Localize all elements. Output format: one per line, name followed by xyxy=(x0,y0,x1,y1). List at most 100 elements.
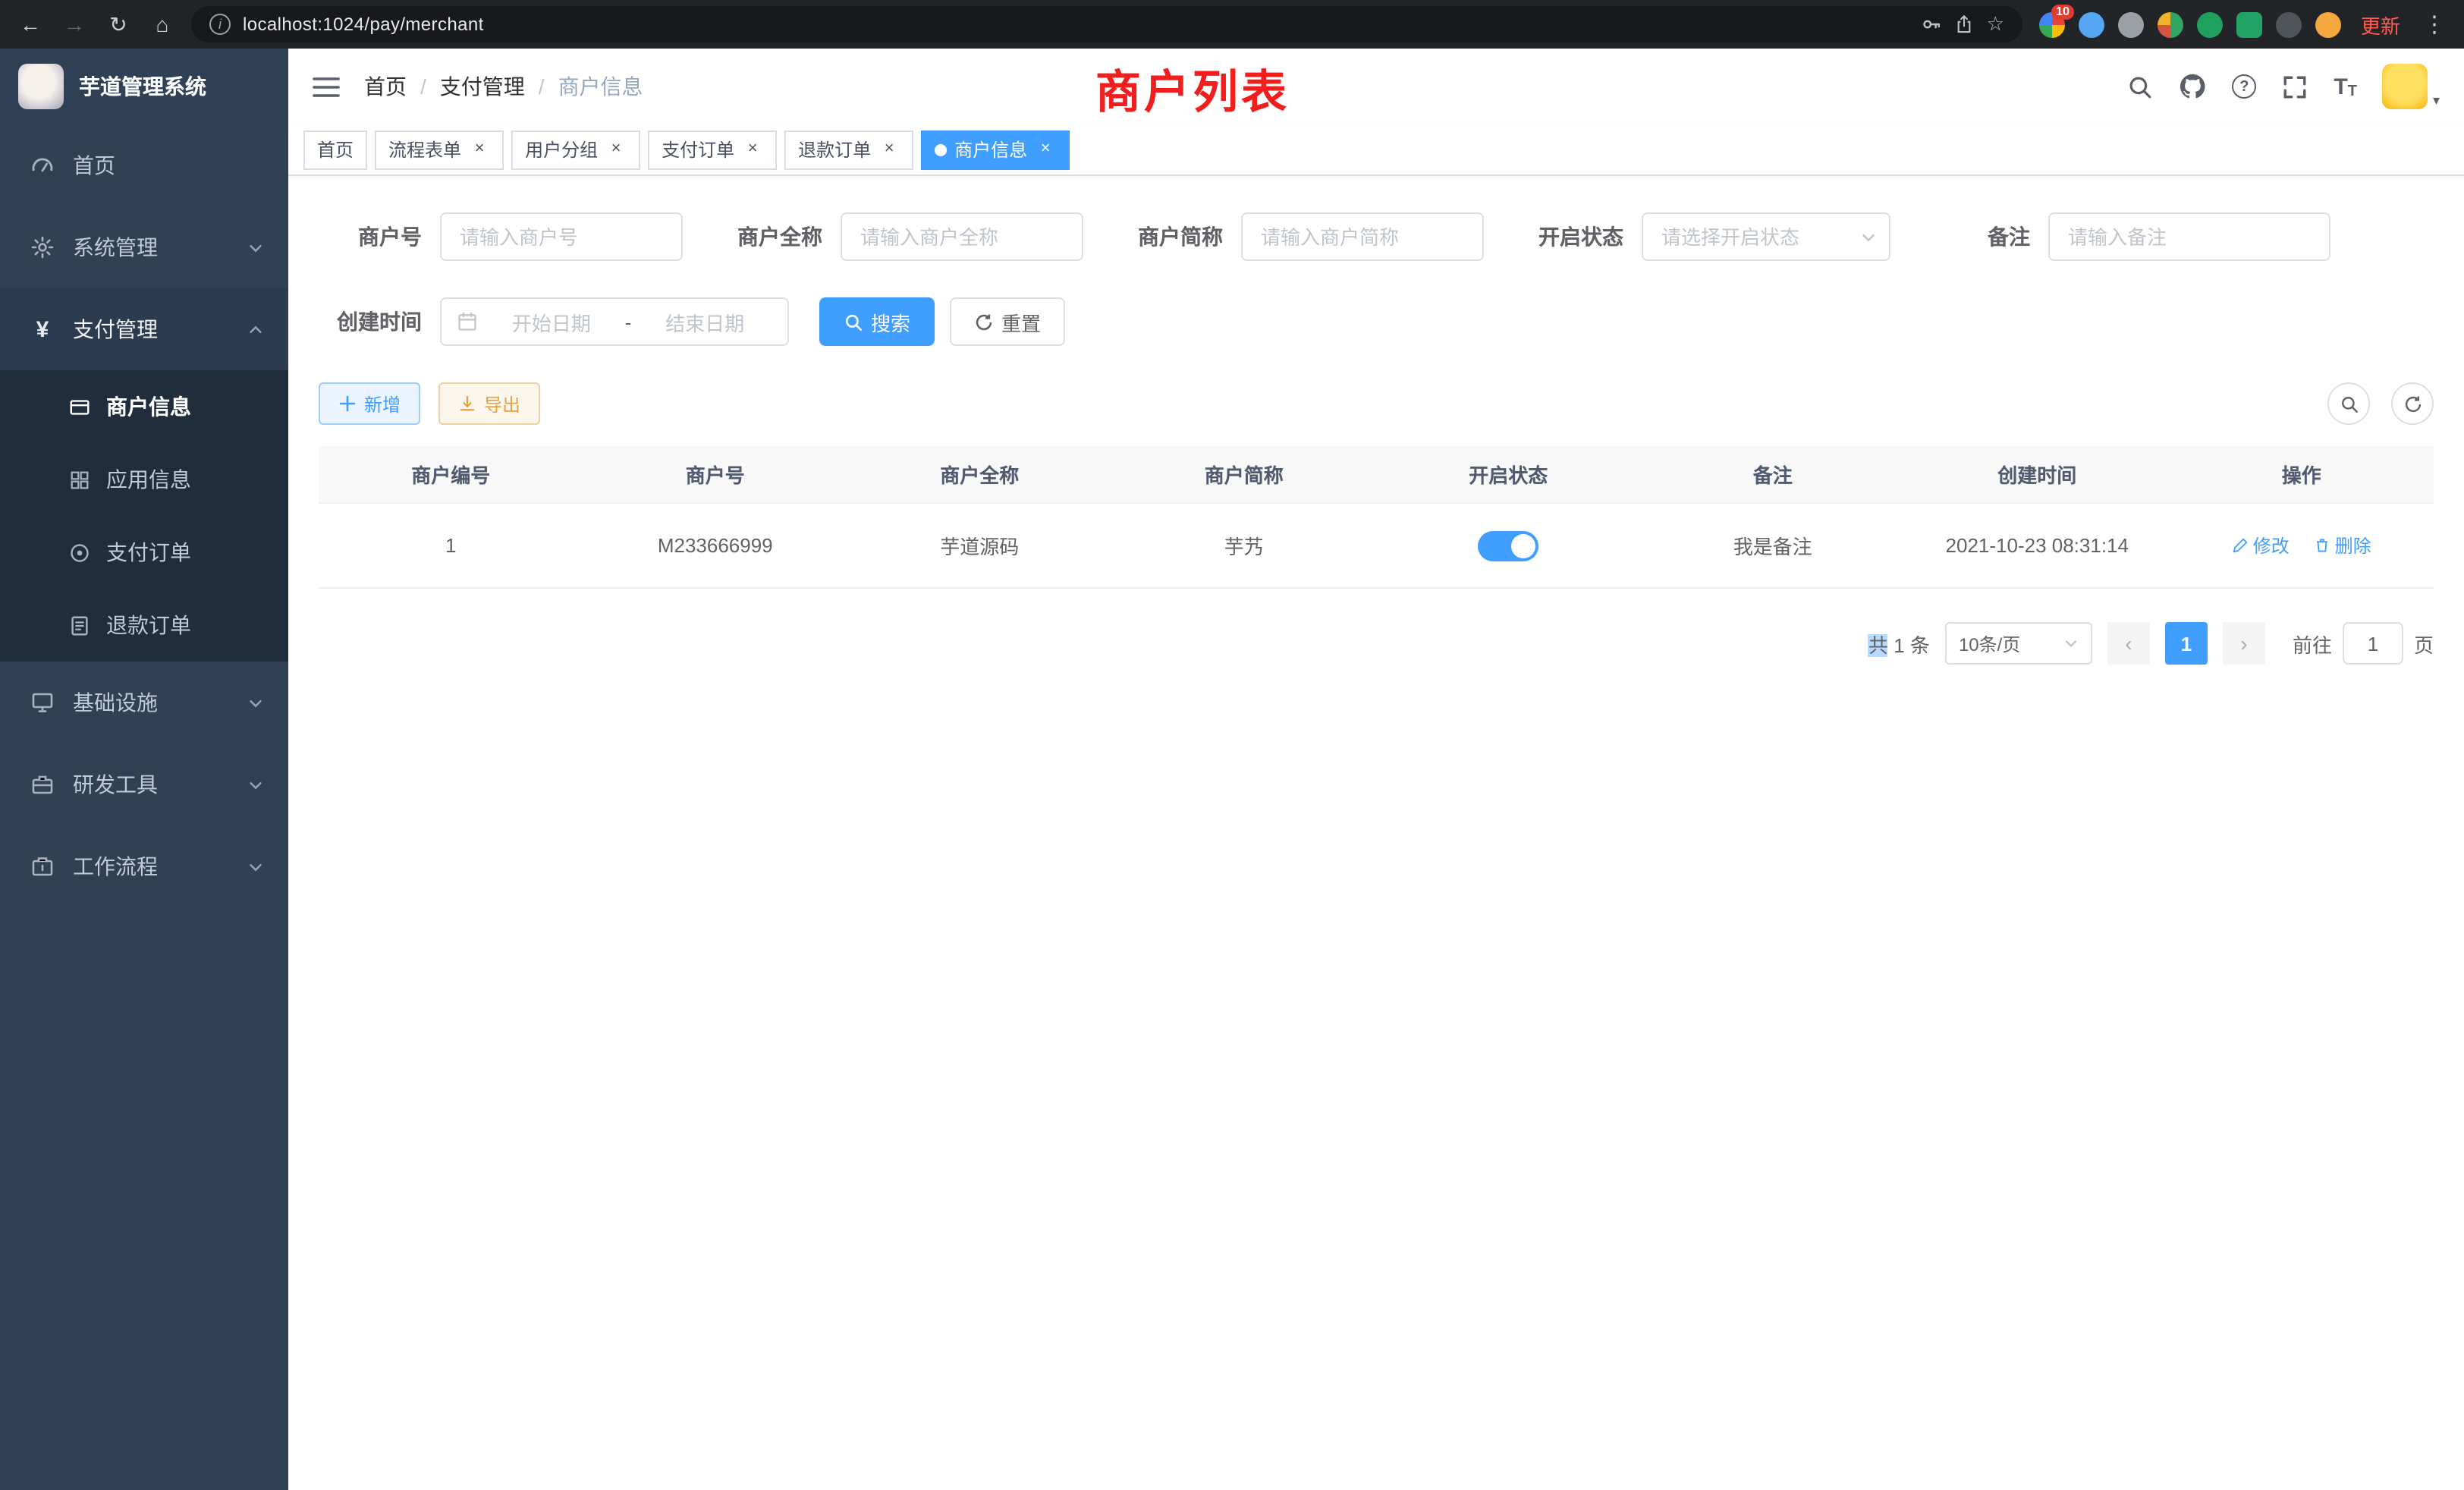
breadcrumb-payment[interactable]: 支付管理 xyxy=(440,71,525,102)
browser-update-button[interactable]: 更新 xyxy=(2361,10,2400,39)
edit-button[interactable]: 修改 xyxy=(2232,533,2290,558)
merchant-fullname-input[interactable] xyxy=(841,212,1083,261)
remark-label: 备注 xyxy=(1927,222,2048,252)
sidebar-item-app-info[interactable]: 应用信息 xyxy=(0,443,288,516)
app-title: 芋道管理系统 xyxy=(79,71,206,102)
breadcrumb: 首页 / 支付管理 / 商户信息 xyxy=(364,71,643,102)
logo-avatar xyxy=(18,64,64,109)
next-page-button[interactable]: › xyxy=(2223,622,2265,665)
site-info-icon[interactable]: i xyxy=(209,14,231,35)
export-button[interactable]: 导出 xyxy=(438,382,540,425)
browser-menu-icon[interactable]: ⋮ xyxy=(2420,11,2449,38)
col-header: 商户号 xyxy=(583,460,848,489)
bookmark-star-icon[interactable]: ☆ xyxy=(1987,12,2004,36)
delete-button[interactable]: 删除 xyxy=(2314,533,2371,558)
sidebar-item-system[interactable]: 系统管理 xyxy=(0,206,288,288)
browser-forward-button[interactable]: → xyxy=(59,12,90,36)
sidebar-item-infrastructure[interactable]: 基础设施 xyxy=(0,662,288,743)
profile-avatar-icon[interactable] xyxy=(2315,11,2341,37)
tab-home[interactable]: 首页 xyxy=(303,130,367,169)
col-header: 开启状态 xyxy=(1376,460,1641,489)
extension-icon-3[interactable] xyxy=(2118,11,2144,37)
tab-payment-orders[interactable]: 支付订单 × xyxy=(648,130,777,169)
sidebar-item-label: 工作流程 xyxy=(73,851,158,882)
search-button[interactable]: 搜索 xyxy=(819,297,935,346)
sidebar-item-workflow[interactable]: 工作流程 xyxy=(0,825,288,907)
cell-remark: 我是备注 xyxy=(1641,531,1906,560)
chevron-down-icon xyxy=(247,858,264,875)
toggle-search-icon[interactable] xyxy=(2327,382,2370,425)
page-size-select[interactable]: 10条/页 xyxy=(1945,622,2092,665)
col-header: 备注 xyxy=(1641,460,1906,489)
tab-merchant-info[interactable]: 商户信息 × xyxy=(921,130,1070,169)
extension-icon-5[interactable] xyxy=(2197,11,2223,37)
browser-reload-button[interactable]: ↻ xyxy=(103,11,134,37)
close-icon[interactable]: × xyxy=(878,139,900,160)
briefcase-icon xyxy=(30,854,55,879)
sidebar-item-label: 退款订单 xyxy=(106,610,191,640)
user-menu[interactable]: ▾ xyxy=(2383,64,2440,109)
extension-icon-7[interactable] xyxy=(2276,11,2302,37)
chevron-down-icon xyxy=(2063,636,2079,651)
password-key-icon[interactable] xyxy=(1922,14,1943,35)
extension-icon-2[interactable] xyxy=(2079,11,2104,37)
sidebar-item-home[interactable]: 首页 xyxy=(0,124,288,206)
breadcrumb-separator: / xyxy=(539,74,545,99)
merchant-table: 商户编号 商户号 商户全称 商户简称 开启状态 备注 创建时间 操作 1 M23… xyxy=(319,446,2434,589)
merchant-shortname-input[interactable] xyxy=(1241,212,1484,261)
navbar-actions: ? TT ▾ xyxy=(2127,64,2440,109)
status-select[interactable] xyxy=(1642,212,1890,261)
chevron-down-icon xyxy=(247,239,264,256)
url-bar[interactable]: i localhost:1024/pay/merchant ☆ xyxy=(191,6,2022,42)
extension-icon-1[interactable]: 10 xyxy=(2039,11,2065,37)
col-header: 商户编号 xyxy=(319,460,583,489)
remark-input[interactable] xyxy=(2048,212,2330,261)
sidebar-item-payment-orders[interactable]: 支付订单 xyxy=(0,516,288,589)
close-icon[interactable]: × xyxy=(469,139,490,160)
refresh-icon[interactable] xyxy=(2391,382,2434,425)
extension-icon-4[interactable] xyxy=(2158,11,2183,37)
reset-button[interactable]: 重置 xyxy=(950,297,1065,346)
add-button[interactable]: 新增 xyxy=(319,382,420,425)
date-range-picker[interactable]: 开始日期 - 结束日期 xyxy=(440,297,789,346)
collapse-sidebar-icon[interactable] xyxy=(313,75,340,98)
tab-user-group[interactable]: 用户分组 × xyxy=(511,130,640,169)
close-icon[interactable]: × xyxy=(605,139,627,160)
search-icon[interactable] xyxy=(2127,74,2153,99)
share-icon[interactable] xyxy=(1955,14,1975,35)
merchant-no-input[interactable] xyxy=(440,212,683,261)
tab-refund-orders[interactable]: 退款订单 × xyxy=(784,130,913,169)
sidebar-item-payment[interactable]: ¥ 支付管理 xyxy=(0,288,288,370)
user-avatar xyxy=(2383,64,2428,109)
browser-home-button[interactable]: ⌂ xyxy=(147,12,178,36)
help-icon[interactable]: ? xyxy=(2232,74,2256,99)
goto-page-input[interactable] xyxy=(2343,622,2403,665)
grid-icon xyxy=(67,467,91,492)
monitor-icon xyxy=(30,690,55,715)
annotation-merchant-list: 商户列表 xyxy=(1095,55,1290,121)
sidebar-item-refund-orders[interactable]: 退款订单 xyxy=(0,589,288,662)
breadcrumb-home[interactable]: 首页 xyxy=(364,71,407,102)
col-header: 商户全称 xyxy=(847,460,1112,489)
sidebar-item-label: 研发工具 xyxy=(73,769,158,800)
browser-back-button[interactable]: ← xyxy=(15,12,46,36)
fullscreen-icon[interactable] xyxy=(2282,74,2308,99)
tab-process-form[interactable]: 流程表单 × xyxy=(375,130,504,169)
prev-page-button[interactable]: ‹ xyxy=(2107,622,2150,665)
col-header: 商户简称 xyxy=(1112,460,1377,489)
page-content: 商户号 商户全称 商户简称 开启状态 xyxy=(288,176,2464,1490)
extension-icon-6[interactable] xyxy=(2236,11,2262,37)
app-logo[interactable]: 芋道管理系统 xyxy=(0,49,288,124)
github-icon[interactable] xyxy=(2179,73,2206,100)
close-icon[interactable]: × xyxy=(1035,139,1056,160)
page-number-1[interactable]: 1 xyxy=(2165,622,2208,665)
sidebar-item-dev-tools[interactable]: 研发工具 xyxy=(0,743,288,825)
font-size-icon[interactable]: TT xyxy=(2334,74,2357,99)
app-frame: 芋道管理系统 首页 系统管理 ¥ 支付管理 xyxy=(0,49,2464,1490)
close-icon[interactable]: × xyxy=(742,139,763,160)
document-icon xyxy=(67,613,91,637)
sidebar-item-merchant-info[interactable]: 商户信息 xyxy=(0,370,288,443)
sidebar-item-label: 支付管理 xyxy=(73,314,158,344)
status-toggle[interactable] xyxy=(1478,530,1538,561)
create-time-label: 创建时间 xyxy=(319,306,440,337)
